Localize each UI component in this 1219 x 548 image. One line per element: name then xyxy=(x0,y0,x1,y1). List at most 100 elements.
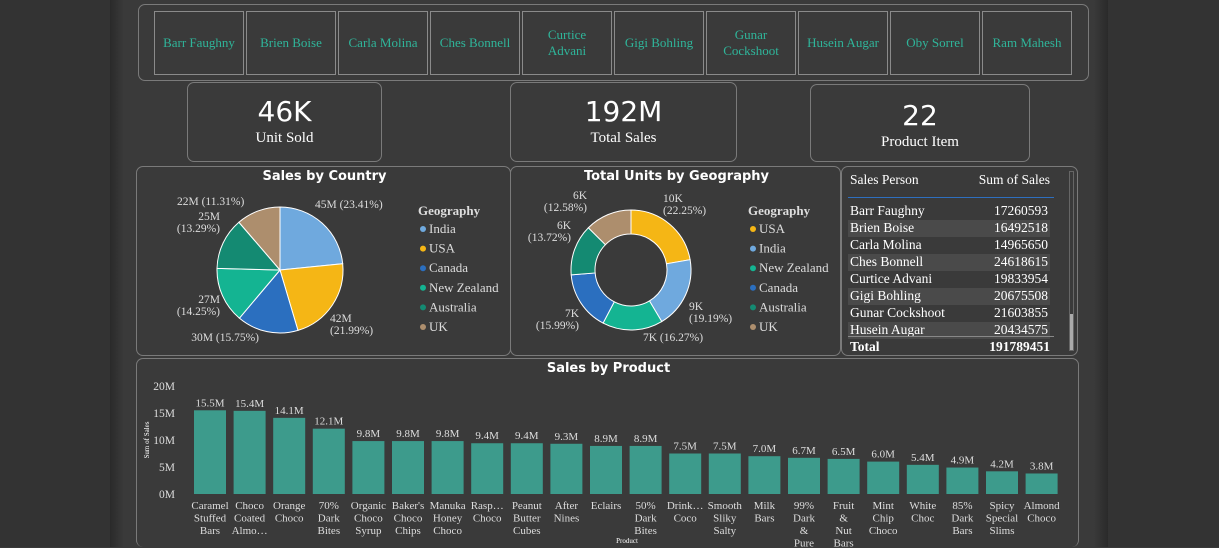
y-tick-label: 15M xyxy=(153,408,175,420)
table-row[interactable]: Gunar Cockshoot 21603855 xyxy=(848,305,1050,322)
table-row[interactable]: Barr Faughny 17260593 xyxy=(848,203,1050,220)
table-total-divider xyxy=(848,336,1054,337)
bar-milk-bars[interactable] xyxy=(748,456,781,494)
table-row[interactable]: Gigi Bohling 20675508 xyxy=(848,288,1050,305)
bar-smooth-sliky-salty[interactable] xyxy=(708,453,741,495)
bar-organic-choco-syrup[interactable] xyxy=(352,441,385,494)
table-cell-sales: 16492518 xyxy=(994,220,1048,235)
table-cell-person: Ches Bonnell xyxy=(850,254,924,269)
bar-fruit-nut-bars[interactable] xyxy=(827,458,860,494)
slice-label-uk: 6K (12.58%) xyxy=(544,190,588,214)
legend-item-canada[interactable]: Canada xyxy=(429,260,468,275)
bar-caramel-stuffed-bars[interactable] xyxy=(194,410,226,494)
x-tick-label: 85% Dark Bars xyxy=(951,500,973,537)
legend-item-india[interactable]: India xyxy=(759,241,786,256)
x-tick-label: Manuka Honey Choco xyxy=(430,500,466,537)
legend-item-canada[interactable]: Canada xyxy=(759,280,798,295)
bar-data-label: 8.9M xyxy=(594,433,618,445)
legend-item-new-zealand[interactable]: New Zealand xyxy=(429,280,499,295)
y-tick-label: 0M xyxy=(159,489,175,501)
x-tick-label: Fruit & Nut Bars xyxy=(833,500,854,548)
slicer-item-carla-molina[interactable]: Carla Molina xyxy=(338,11,428,75)
y-tick-label: 20M xyxy=(153,381,175,393)
table-cell-sales: 17260593 xyxy=(994,203,1048,218)
bar-peanut-butter-cubes[interactable] xyxy=(510,443,543,494)
table-scrollbar-thumb[interactable] xyxy=(1070,314,1073,350)
legend-swatch-canada xyxy=(420,265,426,272)
x-tick-label: Milk Bars xyxy=(754,500,776,525)
table-header-sales: Sum of Sales xyxy=(978,172,1050,187)
bar-data-label: 8.9M xyxy=(634,433,658,445)
bar-data-label: 9.4M xyxy=(475,430,499,442)
x-tick-label: Caramel Stuffed Bars xyxy=(191,500,228,537)
slicer-item-brien-boise[interactable]: Brien Boise xyxy=(246,11,336,75)
legend-item-uk[interactable]: UK xyxy=(429,319,448,334)
slice-label-australia: 6K (13.72%) xyxy=(528,220,572,244)
slice-usa[interactable] xyxy=(630,209,691,265)
bar-data-label: 9.8M xyxy=(436,428,460,440)
bar-white-choc[interactable] xyxy=(906,464,939,494)
bar-99-dark-pure[interactable] xyxy=(788,457,820,494)
bar-choco-coated-almo[interactable] xyxy=(233,410,266,494)
legend-item-usa[interactable]: USA xyxy=(429,241,456,256)
slicer-item-ches-bonnell[interactable]: Ches Bonnell xyxy=(430,11,520,75)
slicer-item-barr-faughny[interactable]: Barr Faughny xyxy=(154,11,244,75)
slicer-item-ram-mahesh[interactable]: Ram Mahesh xyxy=(982,11,1072,75)
table-row[interactable]: Ches Bonnell 24618615 xyxy=(848,254,1050,271)
bar-data-label: 12.1M xyxy=(314,416,343,428)
slice-label-india: 9K (19.19%) xyxy=(689,301,732,325)
bar-85-dark-bars[interactable] xyxy=(946,467,979,494)
table-cell-person: Barr Faughny xyxy=(850,203,925,218)
x-tick-label: Choco Coated Almo… xyxy=(232,500,268,537)
bar-after-nines[interactable] xyxy=(550,443,583,494)
slicer-item-label: Oby Sorrel xyxy=(906,35,964,50)
slice-label-new-zealand: 7K (16.27%) xyxy=(643,332,703,344)
slicer-item-curtice-advani[interactable]: Curtice Advani xyxy=(522,11,612,75)
slicer-item-husein-augar[interactable]: Husein Augar xyxy=(798,11,888,75)
legend-item-uk[interactable]: UK xyxy=(759,319,778,334)
legend-title: Geography xyxy=(748,203,811,218)
bar-data-label: 9.8M xyxy=(357,428,381,440)
bar-eclairs[interactable] xyxy=(590,445,622,494)
left-margin xyxy=(0,0,118,547)
bar-mint-chip-choco[interactable] xyxy=(867,461,900,494)
legend-swatch-new-zealand xyxy=(750,265,756,272)
sales-person-table-panel: Sales Person Sum of Sales Barr Faughny 17… xyxy=(841,166,1078,356)
bar-baker-s-choco-chips[interactable] xyxy=(392,441,424,494)
bar-rasp-choco[interactable] xyxy=(471,443,504,494)
sales-by-product-panel: Sales by Product 0M 5M 10M 15M 20M Sum of Sal… xyxy=(136,358,1079,548)
x-tick-label: Eclairs xyxy=(591,500,622,512)
x-tick-label: Drink… Coco xyxy=(667,500,704,525)
bar-50-dark-bites[interactable] xyxy=(629,445,662,494)
legend-item-australia[interactable]: Australia xyxy=(759,299,807,314)
legend-item-india[interactable]: India xyxy=(429,221,456,236)
legend-item-australia[interactable]: Australia xyxy=(429,299,477,314)
table-cell-person: Gigi Bohling xyxy=(850,288,921,303)
bar-manuka-honey-choco[interactable] xyxy=(431,441,464,494)
bar-data-label: 6.7M xyxy=(792,445,816,457)
legend-item-new-zealand[interactable]: New Zealand xyxy=(759,260,829,275)
slicer-item-label: Husein Augar xyxy=(807,35,879,50)
table-cell-sales: 24618615 xyxy=(994,254,1048,269)
legend-item-usa[interactable]: USA xyxy=(759,221,786,236)
table-row[interactable]: Carla Molina 14965650 xyxy=(848,237,1050,254)
slicer-item-oby-sorrel[interactable]: Oby Sorrel xyxy=(890,11,980,75)
bar-70-dark-bites[interactable] xyxy=(312,428,345,494)
slicer-item-gunar-cockshoot[interactable]: Gunar Cockshoot xyxy=(706,11,796,75)
slicer-item-label: Gigi Bohling xyxy=(624,35,694,50)
bar-almond-choco[interactable] xyxy=(1025,473,1058,494)
kpi-sales-card: 192M Total Sales xyxy=(510,82,737,162)
bar-orange-choco[interactable] xyxy=(273,417,306,494)
table-row[interactable]: Curtice Advani 19833954 xyxy=(848,271,1050,288)
table-row[interactable]: Brien Boise 16492518 xyxy=(848,220,1050,237)
slice-india[interactable] xyxy=(279,206,344,271)
table-scrollbar[interactable] xyxy=(1069,171,1074,351)
left-shadow xyxy=(110,0,124,547)
legend-swatch-uk xyxy=(750,324,756,330)
slicer-item-gigi-bohling[interactable]: Gigi Bohling xyxy=(614,11,704,75)
x-tick-label: Almond Choco xyxy=(1024,500,1061,525)
slice-label-india: 45M (23.41%) xyxy=(315,199,383,211)
sales-person-table: Sales Person Sum of Sales Barr Faughny 17… xyxy=(848,172,1056,354)
bar-drink-coco[interactable] xyxy=(669,453,702,495)
bar-spicy-special-slims[interactable] xyxy=(986,471,1018,494)
